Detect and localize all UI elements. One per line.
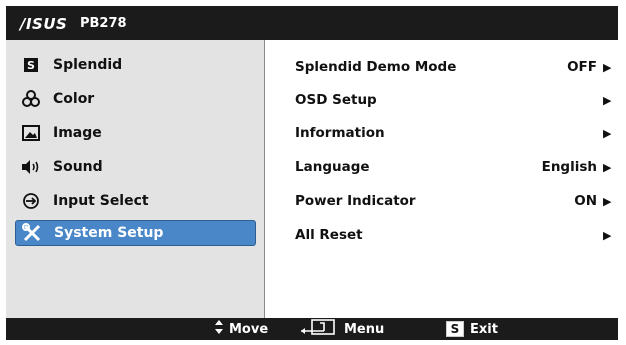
exit-label: Exit: [470, 321, 498, 337]
exit-key-icon: S: [446, 321, 464, 337]
submenu-panel: Splendid Demo Mode OFF ▶ OSD Setup ▶ Inf…: [264, 40, 618, 318]
arrow-right-icon: ▶: [603, 228, 612, 242]
menu-item-system-setup[interactable]: System Setup: [15, 220, 256, 246]
menu-label-sound: Sound: [53, 159, 103, 175]
menu-label-input-select: Input Select: [53, 193, 149, 209]
option-osd-setup[interactable]: OSD Setup ▶: [295, 89, 613, 111]
up-down-arrows-icon: [214, 319, 224, 339]
exit-hint: S Exit: [446, 320, 498, 338]
option-value: ON: [574, 193, 597, 209]
option-label: Splendid Demo Mode: [295, 59, 457, 75]
option-label: Language: [295, 159, 370, 175]
option-splendid-demo-mode[interactable]: Splendid Demo Mode OFF ▶: [295, 56, 613, 78]
osd-header: /ISUS PB278: [6, 6, 618, 40]
arrow-right-icon: ▶: [603, 126, 612, 140]
option-power-indicator[interactable]: Power Indicator ON ▶: [295, 190, 613, 212]
menu-item-splendid[interactable]: S Splendid: [15, 52, 256, 78]
menu-label-image: Image: [53, 125, 102, 141]
svg-text:S: S: [27, 59, 35, 72]
color-icon: [21, 89, 41, 109]
brand-logo: /ISUS: [20, 15, 68, 33]
menu-label-color: Color: [53, 91, 95, 107]
option-label: Power Indicator: [295, 193, 416, 209]
arrow-right-icon: ▶: [603, 93, 612, 107]
menu-hint: Menu: [300, 319, 385, 339]
splendid-icon: S: [21, 55, 41, 75]
main-menu: S Splendid Color Image Sound Input Selec…: [6, 40, 264, 318]
option-value: English: [541, 159, 597, 175]
osd-footer: Move Menu S Exit: [6, 318, 618, 340]
menu-label-system-setup: System Setup: [54, 225, 164, 241]
menu-item-color[interactable]: Color: [15, 86, 256, 112]
move-hint: Move: [214, 320, 268, 338]
image-icon: [21, 123, 41, 143]
input-select-icon: [21, 191, 41, 211]
system-setup-icon: [22, 223, 42, 243]
option-information[interactable]: Information ▶: [295, 122, 613, 144]
sound-icon: [21, 157, 41, 177]
option-label: All Reset: [295, 227, 363, 243]
menu-label: Menu: [344, 321, 385, 337]
menu-item-input-select[interactable]: Input Select: [15, 188, 256, 214]
arrow-right-icon: ▶: [603, 194, 612, 208]
model-name: PB278: [80, 16, 127, 31]
arrow-right-icon: ▶: [603, 160, 612, 174]
arrow-right-icon: ▶: [603, 60, 612, 74]
menu-item-image[interactable]: Image: [15, 120, 256, 146]
option-value: OFF: [567, 59, 597, 75]
enter-key-icon: [300, 319, 336, 339]
option-language[interactable]: Language English ▶: [295, 156, 613, 178]
move-label: Move: [229, 321, 269, 337]
osd-menu: /ISUS PB278 S Splendid Color Image Sound…: [6, 6, 618, 340]
option-all-reset[interactable]: All Reset ▶: [295, 224, 613, 246]
option-label: Information: [295, 125, 385, 141]
menu-label-splendid: Splendid: [53, 57, 123, 73]
menu-item-sound[interactable]: Sound: [15, 154, 256, 180]
option-label: OSD Setup: [295, 92, 377, 108]
